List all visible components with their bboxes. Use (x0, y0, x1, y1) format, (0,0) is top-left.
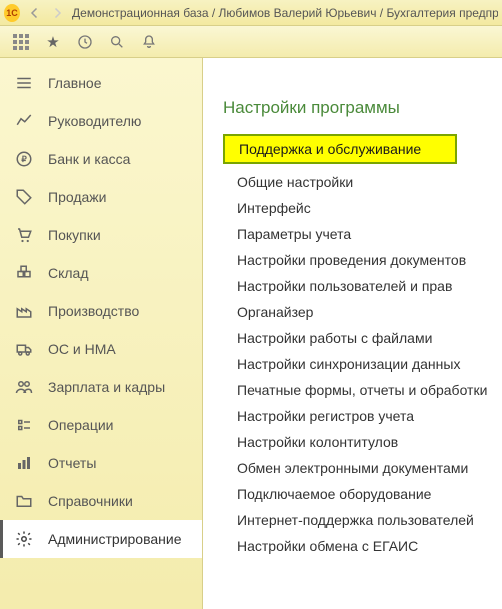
gear-icon (14, 529, 34, 549)
link-edoc-exchange[interactable]: Обмен электронными документами (223, 460, 498, 476)
sidebar-item-administration[interactable]: Администрирование (0, 520, 202, 558)
link-general[interactable]: Общие настройки (223, 174, 498, 190)
toolbar: ★ (0, 26, 502, 58)
title-bar: 1С Демонстрационная база / Любимов Валер… (0, 0, 502, 26)
link-egais[interactable]: Настройки обмена с ЕГАИС (223, 538, 498, 554)
bar-chart-icon (14, 453, 34, 473)
apps-button[interactable] (6, 29, 36, 55)
sidebar-item-label: Руководителю (48, 113, 141, 129)
menu-icon (14, 73, 34, 93)
link-files[interactable]: Настройки работы с файлами (223, 330, 498, 346)
sidebar-item-main[interactable]: Главное (0, 64, 202, 102)
link-online-support[interactable]: Интернет-поддержка пользователей (223, 512, 498, 528)
link-support[interactable]: Поддержка и обслуживание (237, 141, 443, 157)
sidebar-item-purchases[interactable]: Покупки (0, 216, 202, 254)
link-accounting-params[interactable]: Параметры учета (223, 226, 498, 242)
link-list: Поддержка и обслуживание Общие настройки… (223, 134, 498, 554)
sidebar-item-label: Производство (48, 303, 139, 319)
sidebar-item-label: ОС и НМА (48, 341, 116, 357)
history-icon (77, 34, 93, 50)
nav-forward-icon[interactable] (48, 4, 66, 22)
cart-icon (14, 225, 34, 245)
ruble-icon: ₽ (14, 149, 34, 169)
svg-text:₽: ₽ (21, 155, 26, 164)
truck-icon (14, 339, 34, 359)
sidebar-item-label: Зарплата и кадры (48, 379, 165, 395)
sidebar-item-sales[interactable]: Продажи (0, 178, 202, 216)
sidebar-item-label: Продажи (48, 189, 106, 205)
sidebar-item-label: Отчеты (48, 455, 96, 471)
folder-icon (14, 491, 34, 511)
page-title: Настройки программы (223, 98, 498, 118)
apps-icon (13, 34, 29, 50)
sidebar-item-label: Администрирование (48, 531, 182, 547)
notifications-button[interactable] (134, 29, 164, 55)
sidebar-item-label: Покупки (48, 227, 101, 243)
sidebar-item-production[interactable]: Производство (0, 292, 202, 330)
sidebar: Главное Руководителю ₽ Банк и касса Прод… (0, 58, 203, 609)
highlighted-link-wrap: Поддержка и обслуживание (223, 134, 457, 164)
link-headers-footers[interactable]: Настройки колонтитулов (223, 434, 498, 450)
link-users-rights[interactable]: Настройки пользователей и прав (223, 278, 498, 294)
search-button[interactable] (102, 29, 132, 55)
sidebar-item-payroll[interactable]: Зарплата и кадры (0, 368, 202, 406)
star-icon: ★ (46, 33, 59, 51)
boxes-icon (14, 263, 34, 283)
sidebar-item-assets[interactable]: ОС и НМА (0, 330, 202, 368)
sidebar-item-warehouse[interactable]: Склад (0, 254, 202, 292)
sidebar-item-label: Справочники (48, 493, 133, 509)
link-registers[interactable]: Настройки регистров учета (223, 408, 498, 424)
sidebar-item-label: Банк и касса (48, 151, 130, 167)
search-icon (109, 34, 125, 50)
bell-icon (141, 34, 157, 50)
sidebar-item-manager[interactable]: Руководителю (0, 102, 202, 140)
link-doc-posting[interactable]: Настройки проведения документов (223, 252, 498, 268)
sidebar-item-label: Склад (48, 265, 89, 281)
content-area: Настройки программы Поддержка и обслужив… (203, 58, 502, 609)
nav-arrows (26, 4, 66, 22)
history-button[interactable] (70, 29, 100, 55)
sidebar-item-reports[interactable]: Отчеты (0, 444, 202, 482)
tag-icon (14, 187, 34, 207)
favorites-button[interactable]: ★ (38, 29, 68, 55)
link-organizer[interactable]: Органайзер (223, 304, 498, 320)
nav-back-icon[interactable] (26, 4, 44, 22)
link-equipment[interactable]: Подключаемое оборудование (223, 486, 498, 502)
operations-icon (14, 415, 34, 435)
link-interface[interactable]: Интерфейс (223, 200, 498, 216)
sidebar-item-label: Операции (48, 417, 114, 433)
link-sync[interactable]: Настройки синхронизации данных (223, 356, 498, 372)
chart-line-icon (14, 111, 34, 131)
people-icon (14, 377, 34, 397)
sidebar-item-bank[interactable]: ₽ Банк и касса (0, 140, 202, 178)
sidebar-item-operations[interactable]: Операции (0, 406, 202, 444)
window-title: Демонстрационная база / Любимов Валерий … (72, 6, 498, 20)
factory-icon (14, 301, 34, 321)
app-logo-icon: 1С (4, 4, 20, 22)
main-area: Главное Руководителю ₽ Банк и касса Прод… (0, 58, 502, 609)
sidebar-item-dictionaries[interactable]: Справочники (0, 482, 202, 520)
sidebar-item-label: Главное (48, 75, 102, 91)
link-print-forms[interactable]: Печатные формы, отчеты и обработки (223, 382, 498, 398)
